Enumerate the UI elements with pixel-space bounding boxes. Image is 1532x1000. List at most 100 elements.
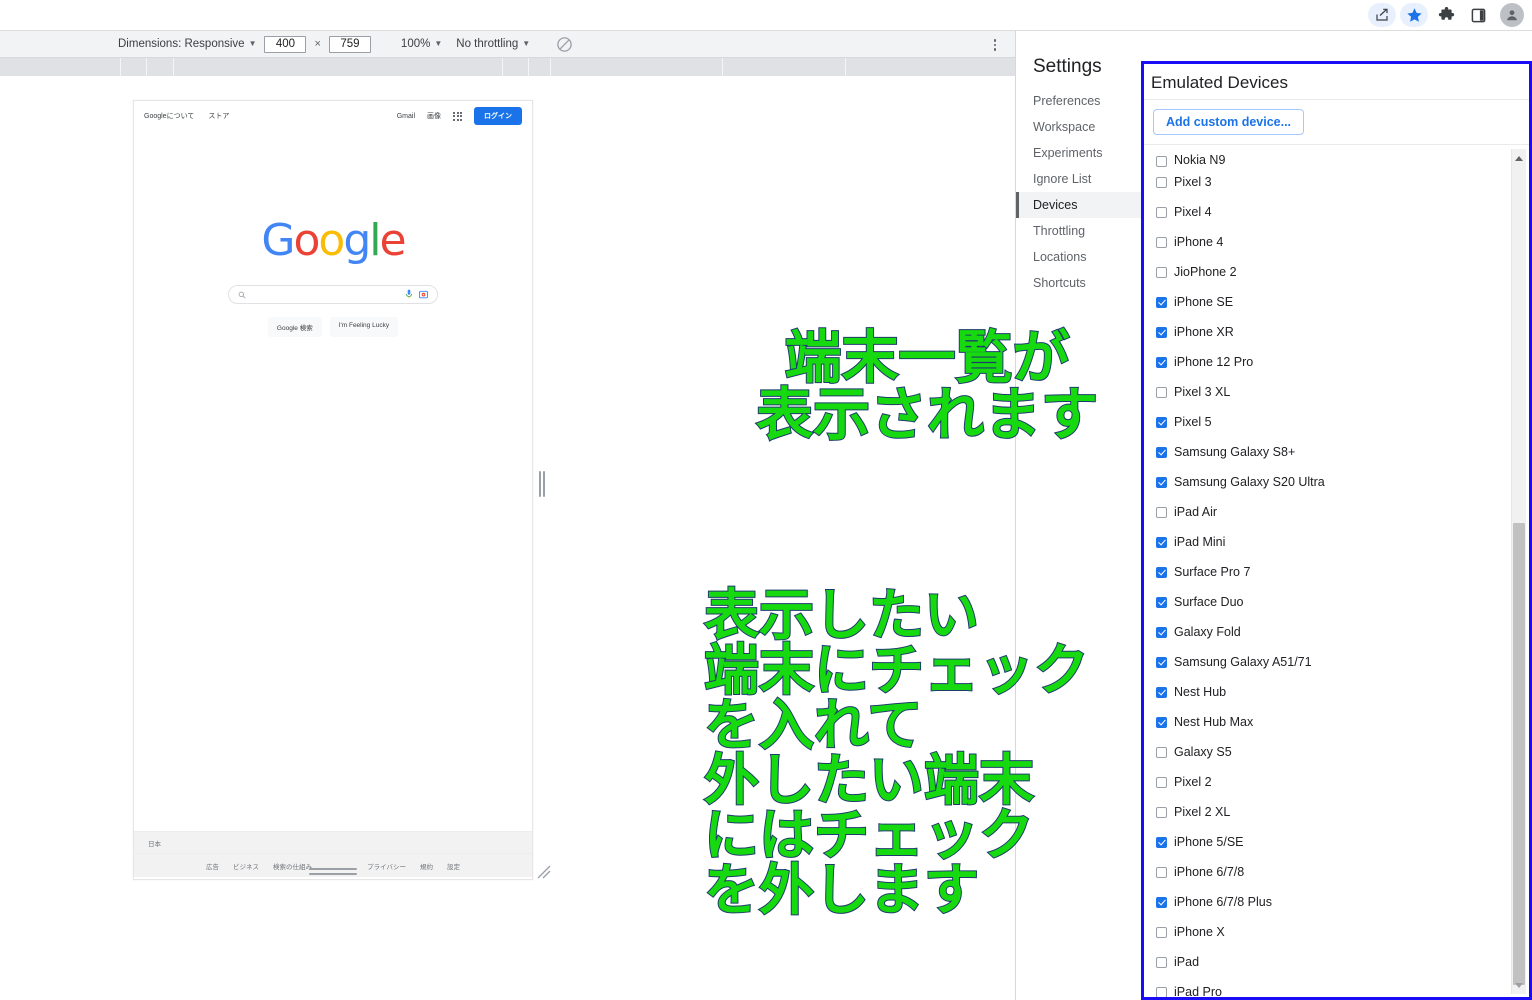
device-checkbox[interactable] bbox=[1156, 866, 1167, 878]
viewport-height-input[interactable] bbox=[328, 35, 371, 53]
side-panel-icon[interactable] bbox=[1464, 3, 1492, 27]
device-list-item[interactable]: Samsung Galaxy S8+ bbox=[1144, 437, 1529, 467]
device-list-item[interactable]: Pixel 3 bbox=[1144, 167, 1529, 197]
google-search-box[interactable] bbox=[228, 285, 438, 304]
device-checkbox[interactable] bbox=[1156, 176, 1167, 188]
devices-list-scrollbar[interactable] bbox=[1511, 149, 1526, 994]
throttling-dropdown[interactable]: No throttling ▼ bbox=[456, 38, 530, 50]
device-checkbox[interactable] bbox=[1156, 536, 1167, 548]
device-list-item[interactable]: Galaxy Fold bbox=[1144, 617, 1529, 647]
google-search-button[interactable]: Google 検索 bbox=[267, 317, 322, 337]
rotate-disabled-icon[interactable] bbox=[556, 36, 573, 53]
device-checkbox[interactable] bbox=[1156, 356, 1167, 368]
device-checkbox[interactable] bbox=[1156, 986, 1167, 997]
footer-settings-link[interactable]: 設定 bbox=[447, 861, 460, 871]
viewport-resize-handle-right[interactable] bbox=[538, 470, 545, 498]
device-list-item[interactable]: iPad Pro bbox=[1144, 977, 1529, 997]
google-about-link[interactable]: Googleについて bbox=[144, 111, 194, 121]
sidebar-item-devices[interactable]: Devices bbox=[1016, 192, 1141, 218]
images-link[interactable]: 画像 bbox=[427, 111, 441, 121]
device-checkbox[interactable] bbox=[1156, 236, 1167, 248]
device-checkbox[interactable] bbox=[1156, 296, 1167, 308]
device-list-item[interactable]: Samsung Galaxy S20 Ultra bbox=[1144, 467, 1529, 497]
device-list-item[interactable]: iPhone 12 Pro bbox=[1144, 347, 1529, 377]
device-list-item[interactable]: iPhone SE bbox=[1144, 287, 1529, 317]
scrollbar-thumb[interactable] bbox=[1513, 523, 1525, 985]
scroll-up-arrow-icon[interactable] bbox=[1512, 151, 1526, 165]
device-list-item[interactable]: iPhone XR bbox=[1144, 317, 1529, 347]
sidebar-item-ignore-list[interactable]: Ignore List bbox=[1016, 166, 1141, 192]
device-list-item[interactable]: iPad Mini bbox=[1144, 527, 1529, 557]
device-list-item[interactable]: iPhone 4 bbox=[1144, 227, 1529, 257]
more-options-icon[interactable] bbox=[987, 36, 1003, 54]
device-checkbox[interactable] bbox=[1156, 476, 1167, 488]
google-store-link[interactable]: ストア bbox=[208, 111, 229, 121]
device-list-item[interactable]: iPhone 5/SE bbox=[1144, 827, 1529, 857]
device-checkbox[interactable] bbox=[1156, 206, 1167, 218]
viewport-resize-handle-corner[interactable] bbox=[534, 862, 552, 880]
device-list-item[interactable]: Surface Pro 7 bbox=[1144, 557, 1529, 587]
device-list-item[interactable]: iPhone X bbox=[1144, 917, 1529, 947]
device-list-item[interactable]: Pixel 4 bbox=[1144, 197, 1529, 227]
device-checkbox[interactable] bbox=[1156, 596, 1167, 608]
device-checkbox[interactable] bbox=[1156, 956, 1167, 968]
footer-business-link[interactable]: ビジネス bbox=[233, 861, 259, 871]
device-checkbox[interactable] bbox=[1156, 326, 1167, 338]
device-checkbox[interactable] bbox=[1156, 746, 1167, 758]
google-apps-grid-icon[interactable] bbox=[453, 111, 462, 121]
sidebar-item-shortcuts[interactable]: Shortcuts bbox=[1016, 270, 1141, 296]
device-checkbox[interactable] bbox=[1156, 656, 1167, 668]
device-list-item[interactable]: Nest Hub bbox=[1144, 677, 1529, 707]
device-list-item[interactable]: JioPhone 2 bbox=[1144, 257, 1529, 287]
sidebar-item-workspace[interactable]: Workspace bbox=[1016, 114, 1141, 140]
device-list-item[interactable]: iPhone 6/7/8 Plus bbox=[1144, 887, 1529, 917]
device-list-item[interactable]: iPad bbox=[1144, 947, 1529, 977]
device-checkbox[interactable] bbox=[1156, 836, 1167, 848]
scroll-down-arrow-icon[interactable] bbox=[1512, 978, 1526, 992]
device-checkbox[interactable] bbox=[1156, 686, 1167, 698]
device-list-item[interactable]: Surface Duo bbox=[1144, 587, 1529, 617]
sidebar-item-preferences[interactable]: Preferences bbox=[1016, 88, 1141, 114]
emulated-viewport[interactable]: Googleについて ストア Gmail 画像 ログイン Google Goog… bbox=[133, 100, 533, 880]
device-checkbox[interactable] bbox=[1156, 566, 1167, 578]
device-list-item[interactable]: Pixel 2 XL bbox=[1144, 797, 1529, 827]
device-checkbox[interactable] bbox=[1156, 506, 1167, 518]
profile-avatar-icon[interactable] bbox=[1500, 3, 1524, 27]
device-checkbox[interactable] bbox=[1156, 926, 1167, 938]
device-checkbox[interactable] bbox=[1156, 716, 1167, 728]
sidebar-item-locations[interactable]: Locations bbox=[1016, 244, 1141, 270]
im-feeling-lucky-button[interactable]: I'm Feeling Lucky bbox=[329, 317, 399, 337]
microphone-icon[interactable] bbox=[405, 286, 413, 304]
bookmark-star-icon[interactable] bbox=[1400, 3, 1428, 27]
device-list-item[interactable]: iPhone 6/7/8 bbox=[1144, 857, 1529, 887]
google-lens-icon[interactable] bbox=[419, 286, 429, 304]
footer-terms-link[interactable]: 規約 bbox=[420, 861, 433, 871]
device-list-item[interactable]: Nest Hub Max bbox=[1144, 707, 1529, 737]
device-checkbox[interactable] bbox=[1156, 806, 1167, 818]
device-list-item[interactable]: Samsung Galaxy A51/71 bbox=[1144, 647, 1529, 677]
sidebar-item-experiments[interactable]: Experiments bbox=[1016, 140, 1141, 166]
device-checkbox[interactable] bbox=[1156, 156, 1167, 167]
dimensions-dropdown[interactable]: Dimensions: Responsive ▼ bbox=[118, 38, 256, 50]
device-checkbox[interactable] bbox=[1156, 446, 1167, 458]
device-checkbox[interactable] bbox=[1156, 416, 1167, 428]
share-icon[interactable] bbox=[1368, 3, 1396, 27]
device-checkbox[interactable] bbox=[1156, 776, 1167, 788]
device-list-item[interactable]: iPad Air bbox=[1144, 497, 1529, 527]
google-signin-button[interactable]: ログイン bbox=[474, 107, 522, 125]
device-checkbox[interactable] bbox=[1156, 266, 1167, 278]
device-checkbox[interactable] bbox=[1156, 386, 1167, 398]
devices-list[interactable]: Nokia N9 Pixel 3 Pixel 4 iPhone 4 JioPhone 2… bbox=[1144, 149, 1529, 997]
device-list-item[interactable]: Galaxy S5 bbox=[1144, 737, 1529, 767]
device-checkbox[interactable] bbox=[1156, 626, 1167, 638]
device-list-item[interactable]: Nokia N9 bbox=[1144, 149, 1529, 167]
viewport-width-input[interactable] bbox=[264, 35, 307, 53]
device-list-item[interactable]: Pixel 3 XL bbox=[1144, 377, 1529, 407]
sidebar-item-throttling[interactable]: Throttling bbox=[1016, 218, 1141, 244]
footer-ads-link[interactable]: 広告 bbox=[206, 861, 219, 871]
gmail-link[interactable]: Gmail bbox=[397, 113, 415, 120]
add-custom-device-button[interactable]: Add custom device... bbox=[1153, 109, 1305, 135]
zoom-dropdown[interactable]: 100% ▼ bbox=[401, 38, 442, 50]
footer-privacy-link[interactable]: プライバシー bbox=[367, 861, 406, 871]
device-checkbox[interactable] bbox=[1156, 896, 1167, 908]
